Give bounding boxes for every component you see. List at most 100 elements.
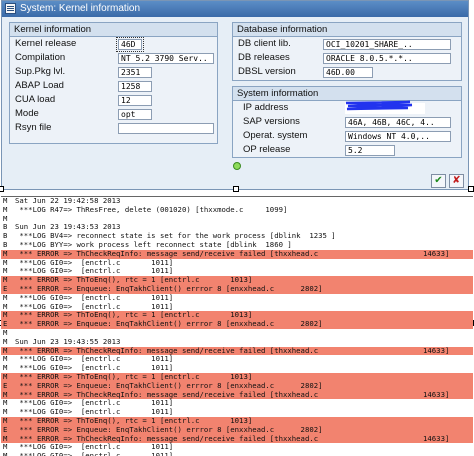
- log-code: M: [3, 276, 8, 285]
- compilation-field[interactable]: NT 5.2 3790 Serv..: [118, 53, 214, 64]
- log-code: M: [3, 258, 8, 267]
- log-row: M: [1, 329, 473, 338]
- op-release-field[interactable]: 5.2: [345, 145, 395, 156]
- log-code: B: [3, 223, 8, 232]
- log-text: ***LOG GI0=> [enctrl.c 1011]: [15, 399, 174, 408]
- window-title: System: Kernel information: [20, 3, 141, 14]
- log-row: M ***LOG GI0=> [enctrl.c 1011]: [1, 303, 473, 312]
- log-code: M: [3, 205, 8, 214]
- log-error-row: M *** ERROR => ThCheckReqInfo: message s…: [1, 434, 473, 444]
- log-text: *** ERROR => ThCheckReqInfo: message sen…: [15, 434, 319, 443]
- mode-field[interactable]: opt: [118, 109, 152, 120]
- redaction-scribble: [345, 100, 413, 111]
- log-error-row: E *** ERROR => Enqueue: EnqTakhClient() …: [1, 425, 473, 435]
- log-code: M: [3, 390, 8, 399]
- log-text: *** ERROR => Enqueue: EnqTakhClient() er…: [15, 320, 323, 329]
- log-row: M ***LOG R47=> ThResFree, delete (001020…: [1, 206, 473, 215]
- log-row: M ***LOG GI0=> [enctrl.c 1011]: [1, 452, 473, 456]
- log-code: M: [3, 443, 8, 452]
- log-text: ***LOG GI0=> [enctrl.c 1011]: [15, 452, 173, 456]
- log-text: *** ERROR => Enqueue: EnqTakhClient() er…: [15, 425, 323, 434]
- cancel-icon: ✘: [452, 175, 461, 186]
- log-error-row: E *** ERROR => Enqueue: EnqTakhClient() …: [1, 284, 473, 294]
- log-text: ***LOG GI0=> [enctrl.c 1011]: [15, 293, 174, 302]
- log-row: B ***LOG BYY=> work process left reconne…: [1, 241, 473, 250]
- log-code: M: [3, 337, 8, 346]
- rotate-handle[interactable]: [233, 162, 241, 170]
- log-code: M: [3, 197, 8, 205]
- log-text: *** ERROR => ThCheckReqInfo: message sen…: [15, 249, 319, 258]
- db-releases-field[interactable]: ORACLE 8.0.5.*.*..: [323, 53, 451, 64]
- log-error-row: M *** ERROR => ThToEnq(), rtc = 1 [enctr…: [1, 416, 473, 426]
- resize-handle-left[interactable]: [0, 186, 4, 192]
- log-error-row: E *** ERROR => Enqueue: EnqTakhClient() …: [1, 381, 473, 391]
- rsyn-file-label: Rsyn file: [15, 122, 52, 133]
- db-client-lib-field[interactable]: OCI_10201_SHARE_..: [323, 39, 451, 50]
- log-text: *** ERROR => Enqueue: EnqTakhClient() er…: [15, 381, 323, 390]
- log-text: ***LOG R47=> ThResFree, delete (001020) …: [15, 205, 288, 214]
- log-code: E: [3, 425, 8, 434]
- log-text: *** ERROR => ThCheckReqInfo: message sen…: [15, 346, 319, 355]
- cancel-button[interactable]: ✘: [449, 174, 464, 188]
- sup-pkg-field[interactable]: 2351: [118, 67, 152, 78]
- log-file-ref: 14633]: [423, 434, 450, 443]
- log-code: B: [3, 232, 8, 241]
- log-code: M: [3, 311, 8, 320]
- log-row: M ***LOG GI0=> [enctrl.c 1011]: [1, 259, 473, 268]
- sup-pkg-label: Sup.Pkg lvl.: [15, 66, 66, 77]
- log-row: B Sun Jun 23 19:43:53 2013: [1, 223, 473, 232]
- log-text: *** ERROR => ThToEnq(), rtc = 1 [enctrl.…: [15, 372, 253, 381]
- log-text: ***LOG BV4=> reconnect state is set for …: [15, 232, 336, 241]
- log-text: ***LOG BYY=> work process left reconnect…: [15, 240, 292, 249]
- log-row: M: [1, 215, 473, 224]
- log-file-ref: 14633]: [423, 346, 450, 355]
- compilation-label: Compilation: [15, 52, 66, 63]
- log-text: Sat Jun 22 19:42:58 2013: [15, 197, 121, 205]
- log-row: M ***LOG GI0=> [enctrl.c 1011]: [1, 399, 473, 408]
- log-row: M ***LOG GI0=> [enctrl.c 1011]: [1, 364, 473, 373]
- rsyn-file-field[interactable]: [118, 123, 214, 134]
- log-error-row: M *** ERROR => ThToEnq(), rtc = 1 [enctr…: [1, 372, 473, 382]
- kernel-release-field[interactable]: 46D: [116, 37, 144, 52]
- abap-load-field[interactable]: 1258: [118, 81, 152, 92]
- resize-handle-right[interactable]: [468, 186, 474, 192]
- log-text: ***LOG GI0=> [enctrl.c 1011]: [15, 364, 174, 373]
- sap-versions-field[interactable]: 46A, 46B, 46C, 4..: [345, 117, 451, 128]
- database-info-group: Database information DB client lib. OCI_…: [232, 22, 462, 81]
- dbsl-version-field[interactable]: 46D.00: [323, 67, 373, 78]
- resize-handle-center[interactable]: [233, 186, 239, 192]
- log-file-ref: 14633]: [423, 249, 450, 258]
- window-menu-icon[interactable]: [5, 3, 16, 14]
- log-row: M ***LOG GI0=> [enctrl.c 1011]: [1, 408, 473, 417]
- log-code: M: [3, 267, 8, 276]
- log-error-row: M *** ERROR => ThToEnq(), rtc = 1 [enctr…: [1, 276, 473, 285]
- log-code: E: [3, 320, 8, 329]
- log-code: M: [3, 399, 8, 408]
- log-code: M: [3, 452, 7, 456]
- check-icon: ✔: [434, 175, 443, 186]
- operating-system-label: Operat. system: [243, 130, 308, 141]
- log-code: E: [3, 284, 8, 293]
- log-text: *** ERROR => ThToEnq(), rtc = 1 [enctrl.…: [15, 276, 253, 285]
- log-code: M: [3, 355, 8, 364]
- db-releases-label: DB releases: [238, 52, 290, 63]
- log-text: ***LOG GI0=> [enctrl.c 1011]: [15, 302, 174, 311]
- log-code: M: [3, 302, 8, 311]
- log-file-ref: 14633]: [423, 390, 450, 399]
- log-code: E: [3, 381, 8, 390]
- log-row: M Sat Jun 22 19:42:58 2013: [1, 197, 473, 206]
- log-code: M: [3, 293, 8, 302]
- sap-versions-label: SAP versions: [243, 116, 300, 127]
- log-error-row: E *** ERROR => Enqueue: EnqTakhClient() …: [1, 320, 473, 329]
- ok-button[interactable]: ✔: [431, 174, 446, 188]
- log-text: ***LOG GI0=> [enctrl.c 1011]: [15, 355, 174, 364]
- log-text: ***LOG GI0=> [enctrl.c 1011]: [15, 443, 174, 452]
- log-error-row: M *** ERROR => ThToEnq(), rtc = 1 [enctr…: [1, 311, 473, 321]
- operating-system-field[interactable]: Windows NT 4.0,..: [345, 131, 451, 142]
- log-row: M Sun Jun 23 19:43:55 2013: [1, 338, 473, 347]
- log-row: M ***LOG GI0=> [enctrl.c 1011]: [1, 443, 473, 452]
- log-code: M: [3, 434, 8, 443]
- log-code: M: [3, 249, 8, 258]
- log-text: Sun Jun 23 19:43:55 2013: [15, 337, 121, 346]
- cua-load-field[interactable]: 12: [118, 95, 152, 106]
